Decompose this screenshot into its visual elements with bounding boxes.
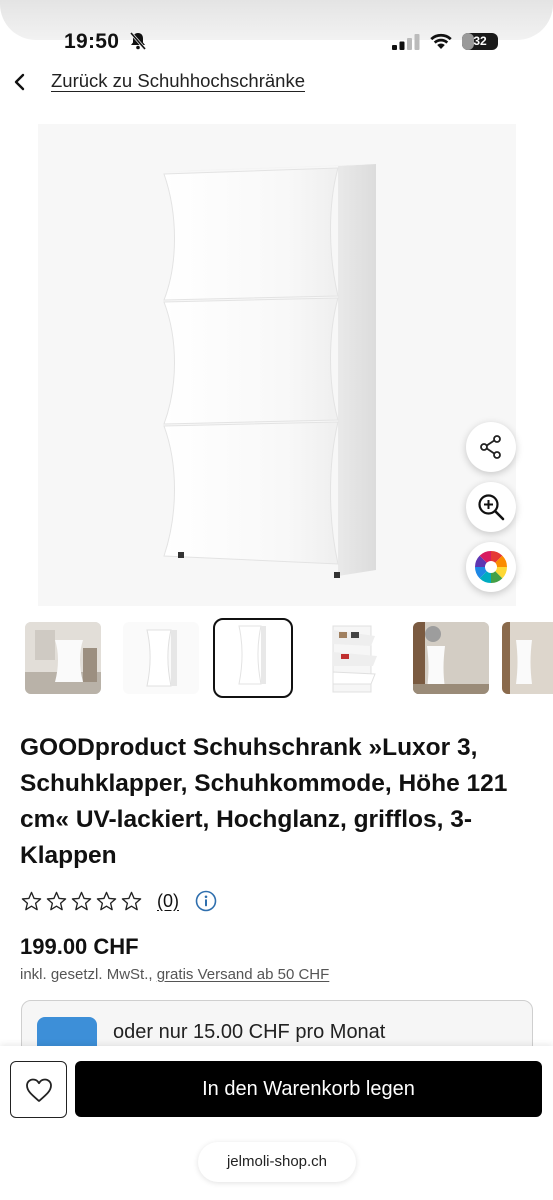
back-link[interactable]: Zurück zu Schuhhochschränke	[51, 70, 305, 92]
signal-icon	[392, 34, 420, 50]
color-wheel-icon	[475, 551, 507, 583]
color-options-button[interactable]	[466, 542, 516, 592]
battery-indicator: 32	[462, 33, 498, 50]
heart-icon	[25, 1078, 52, 1102]
thumbnail-image-room	[25, 622, 101, 694]
share-icon	[480, 435, 501, 459]
product-price: 199.00 CHF	[20, 934, 139, 959]
star-icon	[121, 891, 142, 910]
thumbnail-image-open	[332, 625, 377, 693]
thumbnail-strip[interactable]	[22, 618, 553, 700]
product-title: GOODproduct Schuhschrank »Luxor 3, Schuh…	[20, 734, 508, 869]
shipping-link[interactable]: gratis Versand ab 50 CHF	[157, 966, 330, 983]
thumbnail-2[interactable]	[123, 622, 199, 694]
star-icon	[71, 891, 92, 910]
thumbnail-1[interactable]	[25, 622, 101, 694]
tax-note: inkl. gesetzl. MwSt., gratis Versand ab …	[20, 966, 329, 983]
back-navigation[interactable]: Zurück zu Schuhhochschränke	[0, 64, 553, 100]
star-icon	[96, 891, 117, 910]
info-icon[interactable]	[195, 890, 217, 912]
thumbnail-5[interactable]	[413, 622, 489, 694]
product-image[interactable]	[38, 124, 516, 606]
browser-url-bar[interactable]: jelmoli-shop.ch	[198, 1142, 356, 1182]
status-bar: 19:50 32	[0, 0, 553, 53]
add-to-cart-button[interactable]: In den Warenkorb legen	[75, 1061, 542, 1117]
thumbnail-3-selected[interactable]	[213, 618, 293, 698]
battery-level: 32	[473, 34, 487, 48]
chevron-left-icon[interactable]	[10, 70, 30, 94]
star-icon	[46, 891, 67, 910]
star-icon	[21, 891, 42, 910]
review-count-link[interactable]: (0)	[157, 891, 179, 912]
zoom-in-icon	[478, 494, 505, 521]
battery-fill	[462, 33, 474, 50]
rating-row: (0)	[20, 886, 217, 916]
thumbnail-image-side	[146, 629, 177, 687]
thumbnail-image-hallway	[413, 622, 489, 694]
product-photo	[163, 164, 376, 578]
wifi-icon	[430, 33, 452, 49]
thumbnail-6[interactable]	[502, 622, 553, 694]
bottom-action-bar: In den Warenkorb legen jelmoli-shop.ch	[0, 1046, 553, 1200]
thumbnail-4[interactable]	[317, 622, 393, 694]
share-button[interactable]	[466, 422, 516, 472]
bell-muted-icon	[129, 32, 147, 50]
installment-text: oder nur 15.00 CHF pro Monat	[113, 1021, 386, 1043]
thumbnail-image-partial	[502, 622, 553, 694]
status-time: 19:50	[64, 30, 120, 53]
zoom-button[interactable]	[466, 482, 516, 532]
star-rating[interactable]	[20, 890, 143, 913]
wishlist-button[interactable]	[10, 1061, 67, 1118]
thumbnail-image-front	[238, 625, 266, 685]
tax-text: inkl. gesetzl. MwSt.,	[20, 966, 153, 983]
